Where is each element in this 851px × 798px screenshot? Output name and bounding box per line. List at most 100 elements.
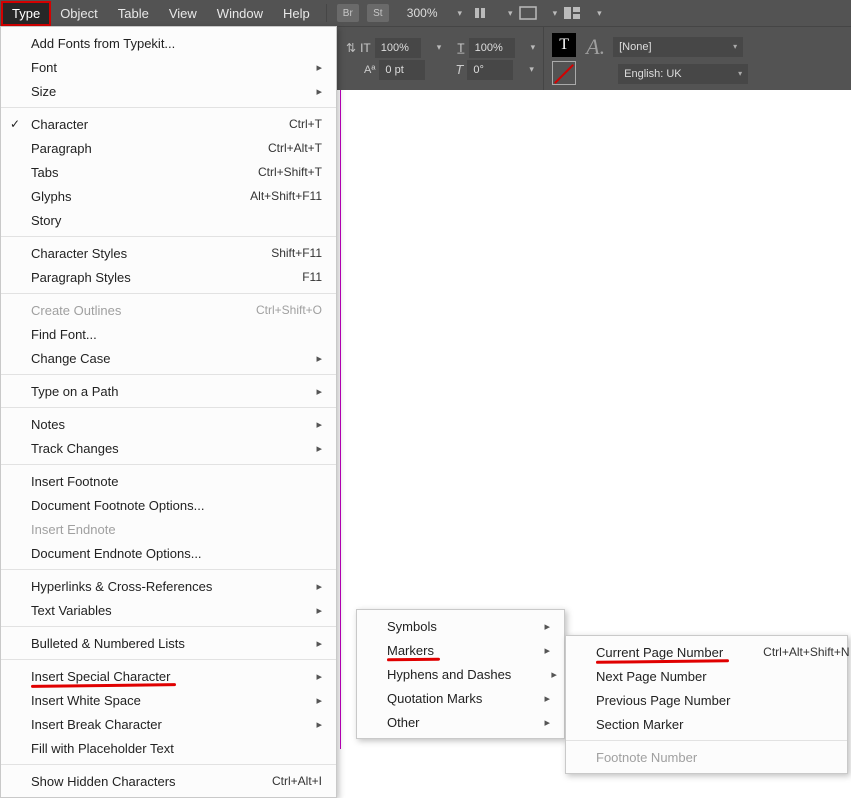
submenu-arrow-icon: ▸ <box>276 442 322 455</box>
markers-submenu-label: Section Marker <box>596 717 683 732</box>
chevron-down-icon: ▾ <box>454 6 467 21</box>
type-menu-label: Notes <box>31 417 65 432</box>
markers-submenu-item[interactable]: Section Marker <box>566 712 847 736</box>
submenu-arrow-icon: ▸ <box>276 604 322 617</box>
menu-help[interactable]: Help <box>273 2 320 25</box>
type-menu-item[interactable]: GlyphsAlt+Shift+F11 <box>1 184 336 208</box>
type-menu-item[interactable]: Character Styles Shift+F11 <box>1 241 336 265</box>
type-menu-item[interactable]: Find Font... <box>1 322 336 346</box>
type-menu-item[interactable]: Insert Footnote <box>1 469 336 493</box>
menu-view[interactable]: View <box>159 2 207 25</box>
main-menubar: Type Object Table View Window Help Br St… <box>0 0 851 26</box>
submenu-arrow-icon: ▸ <box>276 637 322 650</box>
fill-swatch-icon[interactable]: T <box>552 33 576 57</box>
type-menu-divider <box>1 107 336 108</box>
baseline-shift-field[interactable]: 0 pt <box>379 60 425 80</box>
vertical-guide <box>340 90 341 749</box>
stroke-swatch-icon[interactable] <box>552 61 576 85</box>
horizontal-scale-icon: T̲ <box>457 41 464 55</box>
arrange-documents-icon[interactable]: ▾ <box>563 5 602 21</box>
type-menu-item[interactable]: Paragraph StylesF11 <box>1 265 336 289</box>
baseline-shift-icon: Aª <box>364 64 375 76</box>
type-menu-label: Text Variables <box>31 603 112 618</box>
type-menu-label: Character Styles <box>31 246 127 261</box>
shortcut-label: Shift+F11 <box>231 246 322 260</box>
markers-submenu-item[interactable]: Next Page Number <box>566 664 847 688</box>
character-style-select[interactable]: [None] ▾ <box>613 37 743 57</box>
menu-table[interactable]: Table <box>108 2 159 25</box>
view-options-icon[interactable]: ▾ <box>474 5 513 21</box>
special-submenu-item[interactable]: Symbols▸ <box>357 614 564 638</box>
type-menu-item: Insert Endnote <box>1 517 336 541</box>
type-menu-item[interactable]: Document Endnote Options... <box>1 541 336 565</box>
type-menu-item[interactable]: Track Changes▸ <box>1 436 336 460</box>
type-menu-label: Story <box>31 213 61 228</box>
menu-object[interactable]: Object <box>50 2 108 25</box>
screen-mode-icon[interactable]: ▾ <box>519 5 558 21</box>
vertical-scale-field[interactable]: 100% <box>375 38 421 58</box>
markers-submenu-label: Next Page Number <box>596 669 707 684</box>
type-menu-item[interactable]: ✓CharacterCtrl+T <box>1 112 336 136</box>
shortcut-label: Ctrl+Shift+O <box>216 303 322 317</box>
type-menu-item[interactable]: ParagraphCtrl+Alt+T <box>1 136 336 160</box>
skew-icon: T <box>455 62 463 77</box>
check-icon: ✓ <box>10 117 20 131</box>
link-icon[interactable]: ⇅ <box>346 41 356 55</box>
type-menu-item[interactable]: TabsCtrl+Shift+T <box>1 160 336 184</box>
type-menu-label: Show Hidden Characters <box>31 774 176 789</box>
type-menu-item[interactable]: Notes ▸ <box>1 412 336 436</box>
submenu-arrow-icon: ▸ <box>276 580 322 593</box>
type-menu-item[interactable]: Add Fonts from Typekit... <box>1 31 336 55</box>
markers-submenu-item[interactable]: Previous Page Number <box>566 688 847 712</box>
type-menu-item[interactable]: Size▸ <box>1 79 336 103</box>
type-menu-divider <box>1 236 336 237</box>
language-select[interactable]: English: UK ▾ <box>618 64 748 84</box>
markers-submenu-label: Footnote Number <box>596 750 697 765</box>
annotation-underline <box>387 658 440 662</box>
shortcut-label: F11 <box>262 270 322 284</box>
shortcut-label: Ctrl+T <box>249 117 322 131</box>
type-menu-item[interactable]: Story <box>1 208 336 232</box>
type-menu-item[interactable]: Bulleted & Numbered Lists▸ <box>1 631 336 655</box>
type-menu-label: Add Fonts from Typekit... <box>31 36 175 51</box>
type-menu-label: Find Font... <box>31 327 97 342</box>
type-menu-item[interactable]: Type on a Path▸ <box>1 379 336 403</box>
special-submenu-label: Markers <box>387 643 434 658</box>
type-menu-item[interactable]: Document Footnote Options... <box>1 493 336 517</box>
submenu-arrow-icon: ▸ <box>276 670 322 683</box>
zoom-value: 300% <box>403 4 442 22</box>
menu-type[interactable]: Type <box>2 2 50 25</box>
view-mode-icons: ▾ ▾ ▾ <box>474 5 602 21</box>
type-menu-item[interactable]: Text Variables ▸ <box>1 598 336 622</box>
shortcut-label: Alt+Shift+F11 <box>210 189 322 203</box>
vertical-scale-icon: IT <box>360 41 371 55</box>
special-submenu-item[interactable]: Other▸ <box>357 710 564 734</box>
horizontal-scale-field[interactable]: 100% <box>469 38 515 58</box>
character-style-value: [None] <box>619 41 651 53</box>
submenu-arrow-icon: ▸ <box>504 644 550 657</box>
type-menu-item[interactable]: Font▸ <box>1 55 336 79</box>
type-menu-divider <box>1 764 336 765</box>
shortcut-label: Ctrl+Alt+Shift+N <box>723 645 849 659</box>
type-menu-item[interactable]: Hyperlinks & Cross-References▸ <box>1 574 336 598</box>
submenu-arrow-icon: ▸ <box>276 385 322 398</box>
submenu-arrow-icon: ▸ <box>276 418 322 431</box>
type-menu-item[interactable]: Change Case▸ <box>1 346 336 370</box>
markers-submenu-divider <box>566 740 847 741</box>
type-menu-item[interactable]: Insert White Space▸ <box>1 688 336 712</box>
type-menu-item[interactable]: Show Hidden CharactersCtrl+Alt+I <box>1 769 336 793</box>
bridge-badge[interactable]: Br <box>337 4 359 22</box>
type-menu-item[interactable]: Fill with Placeholder Text <box>1 736 336 760</box>
menu-window[interactable]: Window <box>207 2 273 25</box>
submenu-arrow-icon: ▸ <box>276 85 322 98</box>
stock-badge[interactable]: St <box>367 4 389 22</box>
skew-field[interactable]: 0° <box>467 60 513 80</box>
type-menu-label: Document Endnote Options... <box>31 546 202 561</box>
zoom-level[interactable]: 300% ▾ <box>403 4 466 22</box>
special-submenu-label: Other <box>387 715 420 730</box>
type-menu-label: Paragraph <box>31 141 92 156</box>
insert-special-character-submenu: Symbols▸ Markers ▸ Hyphens and Dashes▸Quota… <box>356 609 565 739</box>
special-submenu-item[interactable]: Hyphens and Dashes▸ <box>357 662 564 686</box>
special-submenu-item[interactable]: Quotation Marks▸ <box>357 686 564 710</box>
type-menu-item[interactable]: Insert Break Character▸ <box>1 712 336 736</box>
